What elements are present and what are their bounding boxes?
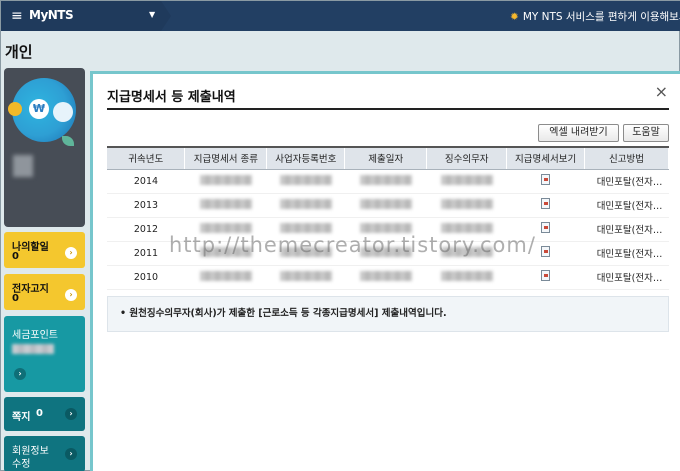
cell-method: 대민포탈(전자…	[584, 217, 669, 242]
cell-blurred	[266, 169, 345, 194]
profile-card: ₩	[4, 68, 85, 227]
submission-history-panel: 지급명세서 등 제출내역 × 엑셀 내려받기 도움말 귀속년도 지급명세서 종류…	[90, 71, 680, 471]
cell-year: 2010	[107, 265, 185, 290]
document-icon[interactable]	[541, 270, 551, 281]
service-notice-text: MY NTS 서비스를 편하게 이용해보세요	[522, 11, 680, 23]
sidebar-tax-points[interactable]: 세금포인트 ›	[4, 316, 85, 392]
cell-blurred	[426, 193, 507, 218]
excel-download-button[interactable]: 엑셀 내려받기	[538, 124, 619, 142]
cell-blurred	[344, 193, 427, 218]
avatar: ₩	[8, 78, 76, 146]
sun-icon: ✹	[510, 11, 519, 23]
cell-blurred	[184, 169, 267, 194]
cell-method: 대민포탈(전자…	[584, 193, 669, 218]
cell-blurred	[184, 265, 267, 290]
heart-icon	[8, 102, 22, 116]
page-title: 개인	[5, 43, 33, 61]
table-row: 2014 대민포탈(전자…	[107, 169, 669, 194]
sidebar-messages[interactable]: 쪽지 0 ›	[4, 397, 85, 431]
cell-blurred	[184, 193, 267, 218]
cell-view	[506, 265, 585, 290]
sidebar-my-tasks[interactable]: 나의할일 0 ›	[4, 232, 85, 268]
chevron-right-icon[interactable]: ›	[14, 368, 26, 380]
tax-points-value-blurred	[12, 344, 54, 354]
cell-blurred	[266, 193, 345, 218]
col-report-method: 신고방법	[584, 146, 669, 170]
profile-name-blurred	[13, 155, 33, 177]
cell-year: 2014	[107, 169, 185, 194]
document-icon[interactable]	[541, 222, 551, 233]
brand-logo[interactable]: MyNTS	[29, 8, 74, 22]
cell-method: 대민포탈(전자…	[584, 169, 669, 194]
title-divider	[107, 108, 669, 110]
close-icon[interactable]: ×	[655, 82, 668, 101]
brand-zone	[1, 1, 161, 31]
chevron-right-icon[interactable]: ›	[65, 408, 77, 420]
document-icon[interactable]	[541, 174, 551, 185]
messages-label: 쪽지	[12, 412, 31, 423]
watermark-text: http://themecreator.tistory.com/	[169, 233, 536, 257]
col-business-number: 사업자등록번호	[266, 146, 346, 170]
service-notice[interactable]: ✹MY NTS 서비스를 편하게 이용해보세요	[510, 9, 680, 24]
col-withholding-agent: 징수의무자	[426, 146, 508, 170]
top-bar: ≡ MyNTS ▼ ✹MY NTS 서비스를 편하게 이용해보세요	[1, 1, 680, 31]
help-button[interactable]: 도움말	[623, 124, 669, 142]
cell-method: 대민포탈(전자…	[584, 241, 669, 266]
cell-method: 대민포탈(전자…	[584, 265, 669, 290]
sidebar-e-notice[interactable]: 전자고지 0 ›	[4, 274, 85, 310]
won-coin-icon: ₩	[29, 99, 49, 119]
my-tasks-count: 0	[12, 251, 19, 262]
panel-title: 지급명세서 등 제출내역	[107, 90, 236, 105]
cell-blurred	[344, 265, 427, 290]
messages-count: 0	[36, 408, 43, 419]
character-icon	[53, 102, 73, 122]
cell-blurred	[426, 265, 507, 290]
col-submit-date: 제출일자	[344, 146, 428, 170]
chevron-right-icon[interactable]: ›	[65, 448, 77, 460]
submission-table: 귀속년도 지급명세서 종류 사업자등록번호 제출일자 징수의무자 지급명세서보기…	[107, 146, 669, 290]
cell-view	[506, 169, 585, 194]
sidebar-member-edit[interactable]: 회원정보 수정 ›	[4, 436, 85, 471]
cell-blurred	[426, 169, 507, 194]
brand-zone-arrow	[161, 1, 171, 31]
cell-year: 2013	[107, 193, 185, 218]
cell-view	[506, 193, 585, 218]
leaf-icon	[62, 136, 74, 146]
col-view-statement: 지급명세서보기	[506, 146, 586, 170]
e-notice-count: 0	[12, 293, 19, 304]
tax-points-label: 세금포인트	[12, 330, 58, 341]
member-edit-label-2: 수정	[12, 459, 31, 470]
table-row: 2013 대민포탈(전자…	[107, 193, 669, 218]
chevron-right-icon[interactable]: ›	[65, 247, 77, 259]
table-header-row: 귀속년도 지급명세서 종류 사업자등록번호 제출일자 징수의무자 지급명세서보기…	[107, 146, 669, 170]
hamburger-menu-icon[interactable]: ≡	[11, 8, 23, 24]
cell-blurred	[344, 169, 427, 194]
chevron-right-icon[interactable]: ›	[65, 289, 77, 301]
cell-blurred	[266, 265, 345, 290]
info-note: • 원천징수의무자(회사)가 제출한 [근로소득 등 각종지급명세서] 제출내역…	[107, 296, 669, 332]
document-icon[interactable]	[541, 198, 551, 209]
col-statement-type: 지급명세서 종류	[184, 146, 268, 170]
table-row: 2010 대민포탈(전자…	[107, 265, 669, 290]
col-year: 귀속년도	[107, 146, 186, 170]
document-icon[interactable]	[541, 246, 551, 257]
chevron-down-icon[interactable]: ▼	[149, 10, 155, 19]
